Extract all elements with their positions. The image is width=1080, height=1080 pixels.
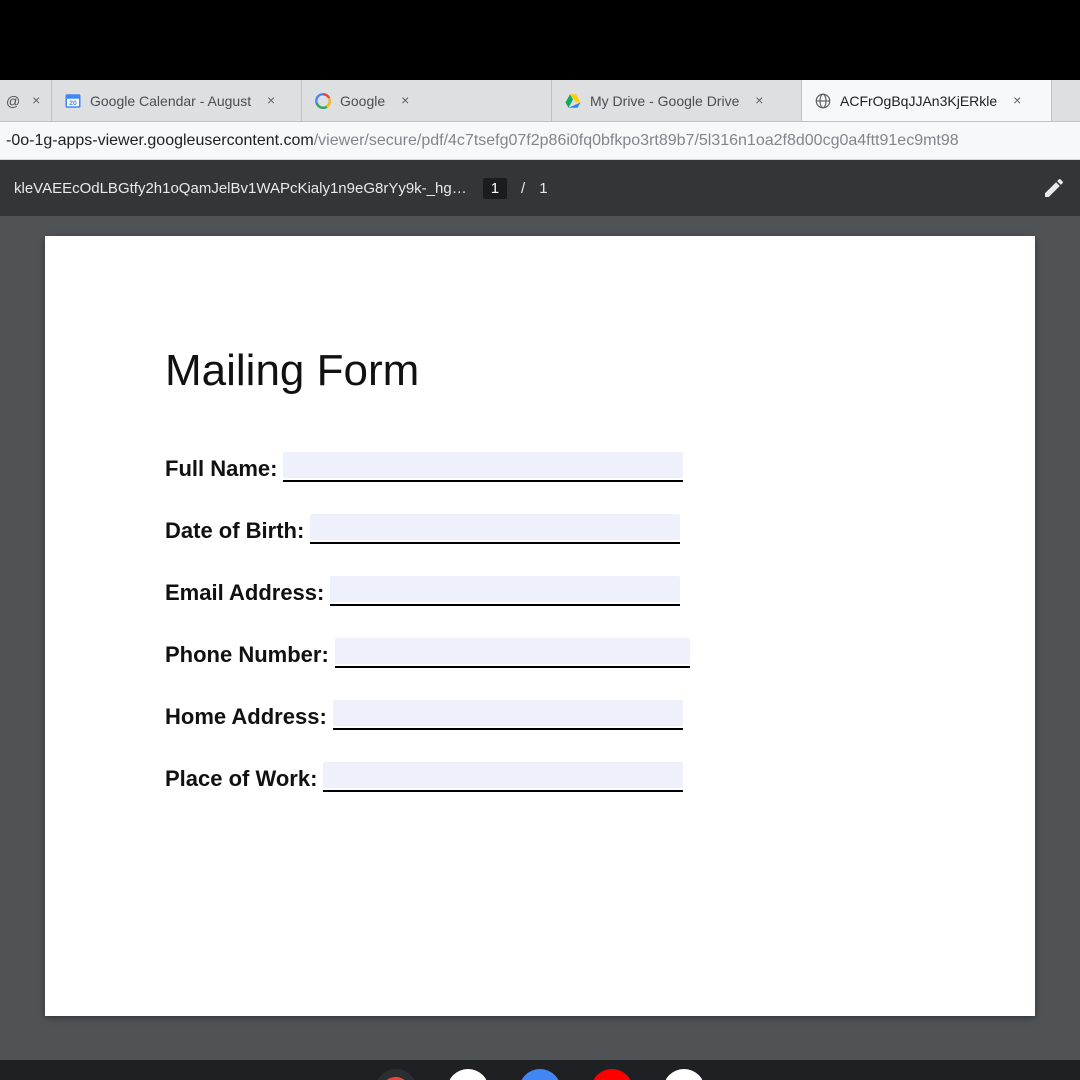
pdf-total-pages: 1 [539, 180, 547, 197]
field-label: Place of Work: [165, 766, 317, 792]
close-icon[interactable]: × [1009, 93, 1025, 109]
browser-tabstrip: @g × 20 Google Calendar - August × Googl… [0, 80, 1080, 122]
field-label: Date of Birth: [165, 518, 304, 544]
pdf-current-page[interactable]: 1 [483, 178, 507, 199]
field-input-line[interactable] [335, 644, 690, 668]
close-icon[interactable]: × [397, 93, 413, 109]
pdf-toolbar: kleVAEEcOdLBGtfy2h1oQamJelBv1WAPcKialy1n… [0, 160, 1080, 216]
shelf [0, 1060, 1080, 1080]
pdf-page-separator: / [521, 180, 525, 197]
gmail-icon[interactable] [447, 1069, 489, 1080]
form-row: Date of Birth: [165, 518, 915, 544]
tab-label: ACFrOgBqJJAn3KjERkle [840, 93, 997, 109]
url-path: /viewer/secure/pdf/4c7tsefg07f2p86i0fq0b… [314, 132, 959, 150]
field-label: Full Name: [165, 456, 277, 482]
tab-label: @g [6, 93, 19, 109]
form-row: Place of Work: [165, 766, 915, 792]
browser-tab[interactable]: Google × [302, 80, 552, 121]
form-row: Phone Number: [165, 642, 915, 668]
field-input-line[interactable] [310, 520, 680, 544]
calendar-icon: 20 [64, 92, 82, 110]
drive-icon [564, 92, 582, 110]
tab-label: Google Calendar - August [90, 93, 251, 109]
tab-label: Google [340, 93, 385, 109]
pdf-viewer-area[interactable]: Mailing Form Full Name: Date of Birth: E… [0, 216, 1080, 1060]
tab-label: My Drive - Google Drive [590, 93, 739, 109]
field-label: Phone Number: [165, 642, 329, 668]
close-icon[interactable]: × [31, 93, 41, 109]
pdf-filename: kleVAEEcOdLBGtfy2h1oQamJelBv1WAPcKialy1n… [14, 180, 467, 197]
url-host: -0o-1g-apps-viewer.googleusercontent.com [6, 132, 314, 150]
field-label: Email Address: [165, 580, 324, 606]
youtube-icon[interactable] [591, 1069, 633, 1080]
browser-tab[interactable]: @g × [0, 80, 52, 121]
document-title: Mailing Form [165, 346, 915, 396]
field-input-line[interactable] [323, 768, 683, 792]
form-row: Full Name: [165, 456, 915, 482]
form-row: Email Address: [165, 580, 915, 606]
form-row: Home Address: [165, 704, 915, 730]
omnibox[interactable]: -0o-1g-apps-viewer.googleusercontent.com… [0, 122, 1080, 160]
pencil-icon[interactable] [1042, 176, 1066, 200]
google-icon [314, 92, 332, 110]
browser-tab-active[interactable]: ACFrOgBqJJAn3KjERkle × [802, 80, 1052, 121]
close-icon[interactable]: × [263, 93, 279, 109]
svg-text:20: 20 [69, 99, 77, 106]
browser-tab[interactable]: 20 Google Calendar - August × [52, 80, 302, 121]
field-input-line[interactable] [283, 458, 683, 482]
field-input-line[interactable] [333, 706, 683, 730]
field-input-line[interactable] [330, 582, 680, 606]
browser-tab[interactable]: My Drive - Google Drive × [552, 80, 802, 121]
field-label: Home Address: [165, 704, 327, 730]
close-icon[interactable]: × [751, 93, 767, 109]
chrome-icon[interactable] [375, 1069, 417, 1080]
docs-icon[interactable] [519, 1069, 561, 1080]
play-store-icon[interactable] [663, 1069, 705, 1080]
globe-icon [814, 92, 832, 110]
pdf-page: Mailing Form Full Name: Date of Birth: E… [45, 236, 1035, 1016]
